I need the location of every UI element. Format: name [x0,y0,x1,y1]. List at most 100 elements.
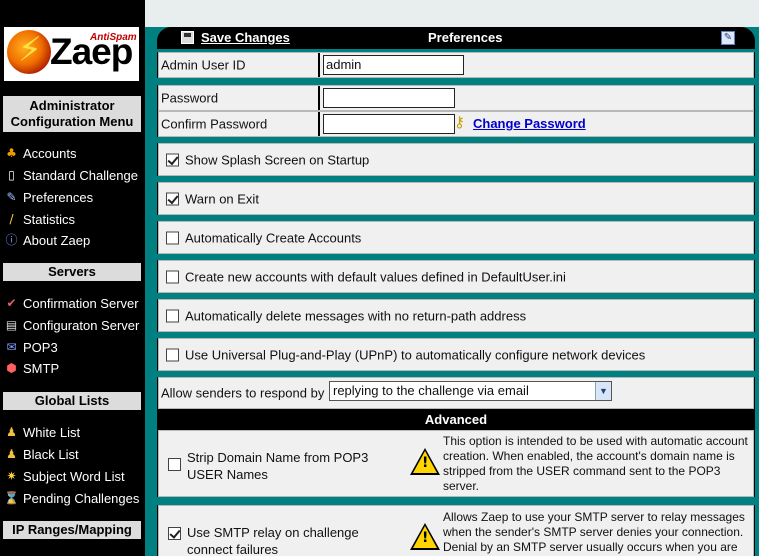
configuration-server-icon: ▤ [5,317,18,332]
warning-icon [410,523,440,550]
sidebar-item-label: SMTP [23,360,60,376]
zaep-logo: ⚡ AntiSpam Zaep [4,27,139,81]
upnp-checkbox[interactable] [166,348,179,361]
sidebar-item-label: Standard Challenge [23,167,138,183]
smtp-relay-checkbox[interactable] [168,527,181,540]
confirm-password-label: Confirm Password [161,116,268,132]
password-label: Password [161,90,219,106]
smtp-icon: ⬢ [6,360,17,375]
smtp-relay-label: Use SMTP relay on challenge connect fail… [187,525,359,556]
respond-method-label: Allow senders to respond by [161,385,325,401]
confirm-password-input[interactable] [323,114,455,134]
sidebar-item-subject-word-list[interactable]: ✷ Subject Word List [4,466,125,486]
separator [157,497,755,505]
option-label: Show Splash Screen on Startup [185,152,370,167]
option-label: Automatically Create Accounts [185,230,362,245]
sidebar-item-label: Black List [23,446,79,462]
change-password-link[interactable]: Change Password [473,116,586,131]
sidebar-item-pop3[interactable]: ✉ POP3 [4,337,58,357]
strip-domain-checkbox[interactable] [168,458,181,471]
pop3-icon: ✉ [6,339,17,354]
option-row-upnp: Use Universal Plug-and-Play (UPnP) to au… [158,338,754,371]
lightning-icon: ⚡ [18,30,42,70]
sidebar-item-label: White List [23,424,81,440]
chevron-down-icon: ▼ [595,382,611,400]
document-icon: ▯ [8,167,15,182]
option-row-warn-on-exit: Warn on Exit [158,182,754,215]
warning-icon [410,448,440,475]
sidebar-item-about-zaep[interactable]: ⓘ About Zaep [4,230,90,250]
confirmation-server-icon: ✔ [6,295,17,310]
sidebar-item-confirmation-server[interactable]: ✔ Confirmation Server [4,293,139,313]
subject-word-list-icon: ✷ [6,468,17,483]
section-title-admin-menu: Administrator Configuration Menu [3,96,141,132]
sidebar-item-label: POP3 [23,339,58,355]
sidebar-item-preferences[interactable]: ✎ Preferences [4,187,93,207]
save-changes-button[interactable]: Save Changes [181,30,290,45]
accounts-icon: ♣ [6,145,17,160]
white-list-icon: ♟ [6,424,17,439]
info-icon: ⓘ [5,232,18,247]
respond-method-selected: replying to the challenge via email [333,383,529,398]
statistics-icon: / [9,211,14,226]
sidebar-item-statistics[interactable]: / Statistics [4,209,75,229]
advanced-row-smtp-relay: Use SMTP relay on challenge connect fail… [158,505,754,556]
option-label: Warn on Exit [185,191,259,206]
sidebar-item-white-list[interactable]: ♟ White List [4,422,80,442]
password-row: Password [158,85,754,111]
sidebar-item-label: Pending Challenges [23,490,140,506]
sidebar: ⚡ AntiSpam Zaep Administrator Configurat… [0,0,145,556]
sidebar-item-black-list[interactable]: ♟ Black List [4,444,79,464]
strip-domain-label: Strip Domain Name from POP3 USER Names [187,450,369,482]
splash-screen-checkbox[interactable] [166,153,179,166]
confirm-password-row: Confirm Password ⚷ Change Password [158,111,754,137]
sidebar-item-label: About Zaep [23,232,91,248]
admin-user-id-input[interactable]: admin [323,55,464,75]
strip-domain-description: This option is intended to be used with … [443,434,748,493]
smtp-relay-description: Allows Zaep to use your SMTP server to r… [443,510,745,554]
auto-create-accounts-checkbox[interactable] [166,231,179,244]
option-label: Automatically delete messages with no re… [185,308,527,323]
admin-user-id-row: Admin User ID admin [158,52,754,78]
option-row-default-user-ini: Create new accounts with default values … [158,260,754,293]
respond-method-select[interactable]: replying to the challenge via email ▼ [329,381,612,401]
advanced-section-header: Advanced [424,412,488,427]
section-title-servers: Servers [3,263,141,281]
cell-divider [318,112,320,136]
floppy-disk-icon [181,31,194,44]
password-input[interactable] [323,88,455,108]
default-values-checkbox[interactable] [166,270,179,283]
key-icon: ⚷ [454,113,465,131]
option-row-splash-screen: Show Splash Screen on Startup [158,143,754,176]
top-strip [145,0,759,27]
sidebar-item-standard-challenge[interactable]: ▯ Standard Challenge [4,165,138,185]
sidebar-item-accounts[interactable]: ♣ Accounts [4,143,76,163]
edit-icon[interactable]: ✎ [721,31,735,45]
option-row-auto-create-accounts: Automatically Create Accounts [158,221,754,254]
sidebar-item-pending-challenges[interactable]: ⌛ Pending Challenges [4,488,139,508]
black-list-icon: ♟ [6,446,17,461]
option-label: Use Universal Plug-and-Play (UPnP) to au… [185,347,646,362]
pending-challenges-icon: ⌛ [4,490,19,505]
warn-on-exit-checkbox[interactable] [166,192,179,205]
admin-user-id-label: Admin User ID [161,57,246,73]
sidebar-item-label: Subject Word List [23,468,125,484]
sidebar-item-label: Accounts [23,145,77,161]
logo-brand: Zaep [50,31,133,72]
sidebar-item-label: Configuraton Server [23,317,140,333]
cell-divider [318,53,320,77]
sidebar-item-label: Confirmation Server [23,295,139,311]
cell-divider [318,86,320,110]
delete-no-return-path-checkbox[interactable] [166,309,179,322]
sidebar-item-configuration-server[interactable]: ▤ Configuraton Server [4,315,140,335]
panel-titlebar: Save Changes Preferences ✎ [157,27,755,49]
option-row-delete-no-return-path: Automatically delete messages with no re… [158,299,754,332]
option-label: Create new accounts with default values … [185,269,566,284]
respond-method-row: Allow senders to respond by replying to … [158,377,754,409]
section-title-global-lists: Global Lists [3,392,141,410]
sidebar-item-smtp[interactable]: ⬢ SMTP [4,358,59,378]
save-changes-label: Save Changes [201,30,290,45]
preferences-icon: ✎ [6,189,17,204]
sidebar-item-label: Preferences [23,189,94,205]
section-title-ip-ranges: IP Ranges/Mapping [3,521,141,539]
